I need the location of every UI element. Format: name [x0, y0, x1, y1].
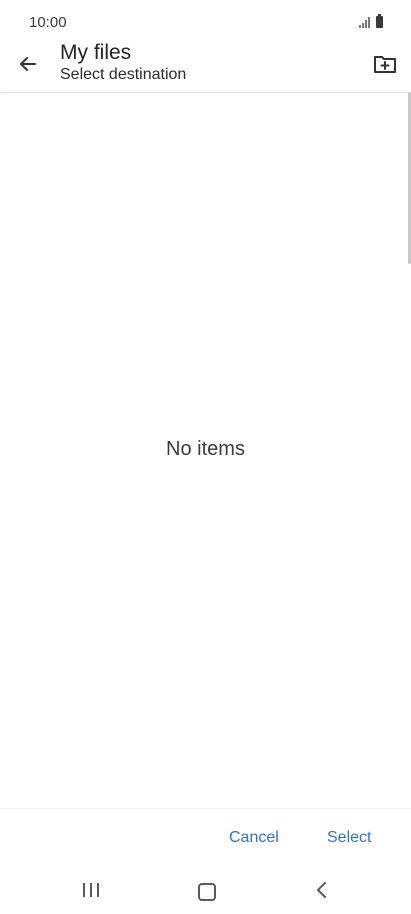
new-folder-icon: [374, 56, 396, 73]
app-bar: My files Select destination: [0, 41, 411, 93]
recents-icon[interactable]: [83, 883, 99, 897]
home-icon[interactable]: [198, 883, 216, 901]
page-title: My files: [60, 41, 132, 64]
cancel-button[interactable]: Cancel: [229, 829, 279, 847]
select-button[interactable]: Select: [327, 829, 371, 847]
signal-icon: [359, 16, 370, 28]
status-icons: [359, 14, 383, 28]
status-bar: 10:00: [0, 0, 411, 44]
page-subtitle: Select destination: [60, 66, 187, 83]
navigation-bar: [0, 866, 411, 914]
status-time: 10:00: [29, 14, 67, 31]
empty-state-message: No items: [166, 438, 245, 460]
back-arrow-icon: [20, 57, 36, 71]
action-bar: Cancel Select: [0, 808, 411, 865]
back-button[interactable]: [14, 50, 42, 78]
screen: 10:00 My files Select destination No ite…: [0, 0, 411, 914]
new-folder-button[interactable]: [371, 50, 399, 78]
back-icon[interactable]: [314, 880, 330, 900]
battery-icon: [376, 14, 383, 28]
